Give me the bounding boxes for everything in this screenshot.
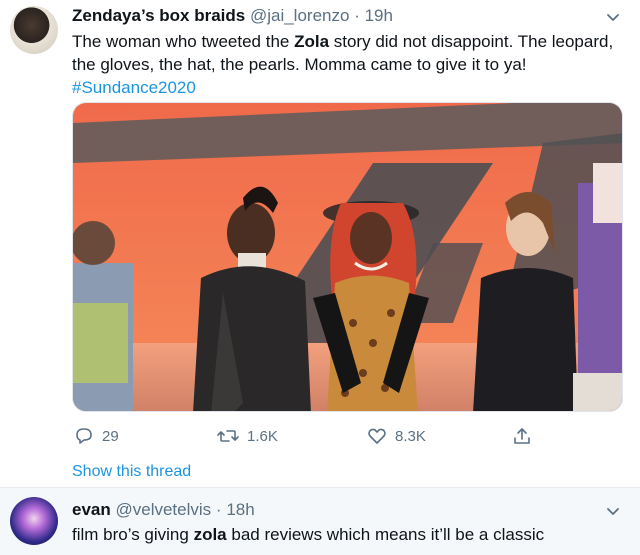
text-bold: zola <box>193 525 227 544</box>
text-line: the gloves, the hat, the pearls. Momma c… <box>72 55 527 74</box>
user-handle[interactable]: @velvetelvis <box>115 500 211 519</box>
user-handle[interactable]: @jai_lorenzo <box>250 6 349 25</box>
share-button[interactable] <box>512 425 532 447</box>
retweet-button[interactable]: 1.6K <box>217 425 278 447</box>
tweet-photo[interactable] <box>72 102 623 412</box>
photo-image <box>73 103 622 411</box>
tweet-header: evan @velvetelvis · 18h <box>72 500 255 520</box>
chevron-down-icon <box>607 508 619 515</box>
timestamp[interactable]: 19h <box>365 6 393 25</box>
avatar[interactable] <box>10 6 58 54</box>
timestamp[interactable]: 18h <box>226 500 254 519</box>
reply-button[interactable]: 29 <box>74 425 119 447</box>
tweet-text: film bro’s giving zola bad reviews which… <box>72 523 632 546</box>
tweet[interactable]: Zendaya’s box braids @jai_lorenzo · 19h … <box>0 0 640 488</box>
text-bold: Zola <box>294 32 330 51</box>
chevron-down-icon <box>607 14 619 21</box>
text-segment: bad reviews which means it’ll be a class… <box>226 525 545 544</box>
reply-count: 29 <box>102 427 119 445</box>
separator-dot: · <box>215 500 222 519</box>
like-count: 8.3K <box>395 427 426 445</box>
text-segment: The woman who tweeted the <box>72 32 295 51</box>
separator-dot: · <box>354 6 360 25</box>
like-button[interactable]: 8.3K <box>367 425 426 447</box>
hashtag-link[interactable]: #Sundance2020 <box>72 76 632 99</box>
share-icon <box>514 428 530 444</box>
retweet-count: 1.6K <box>247 427 278 445</box>
heart-icon <box>368 428 386 444</box>
text-segment: film bro’s giving <box>72 525 194 544</box>
avatar[interactable] <box>10 497 58 545</box>
more-menu-button[interactable] <box>602 500 624 522</box>
show-thread-link[interactable]: Show this thread <box>72 463 191 481</box>
tweet-text: The woman who tweeted the Zola story did… <box>72 30 632 99</box>
tweet-header: Zendaya’s box braids @jai_lorenzo · 19h <box>72 6 393 26</box>
more-menu-button[interactable] <box>602 6 624 28</box>
display-name[interactable]: evan <box>72 500 111 519</box>
retweet-icon <box>217 430 239 442</box>
text-segment: story did not disappoint. The leopard, <box>329 32 614 51</box>
display-name[interactable]: Zendaya’s box braids <box>72 6 245 25</box>
reply-icon <box>76 428 92 444</box>
